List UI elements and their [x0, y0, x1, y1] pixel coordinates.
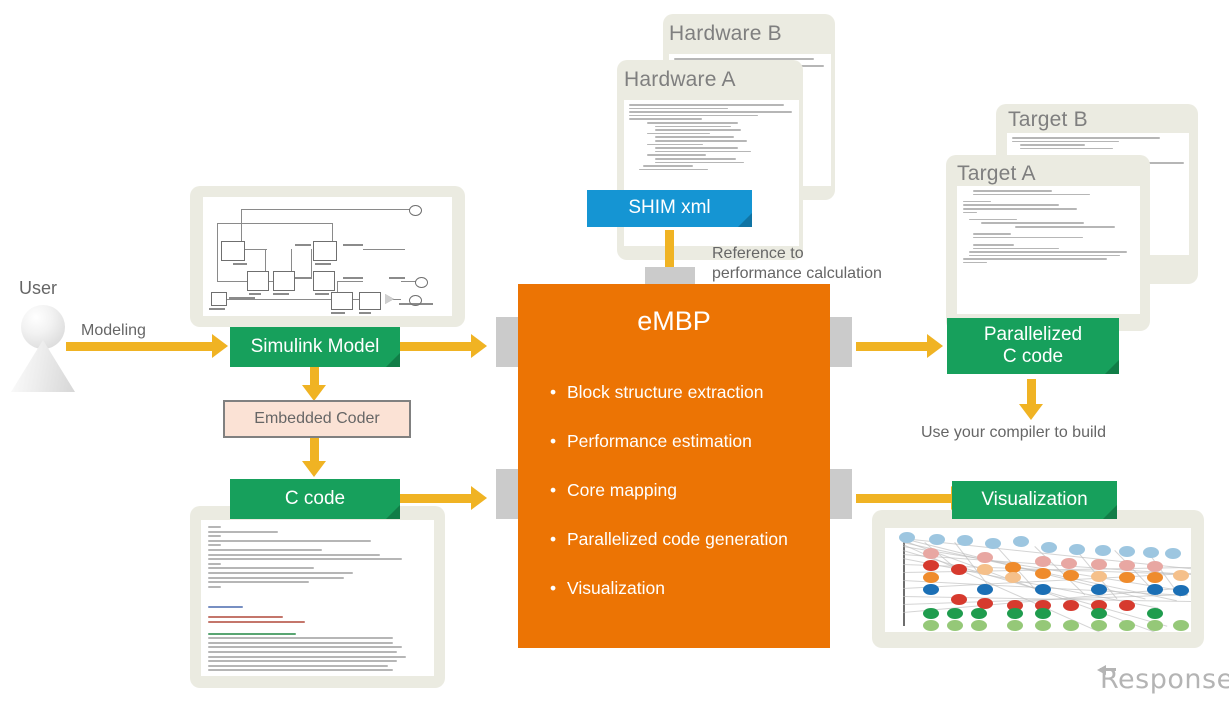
parallelized-c-code-line-1: Parallelized [983, 323, 1083, 345]
fold-corner-icon [1103, 505, 1117, 519]
reference-line-1: Reference to [712, 245, 804, 262]
card-target-a-title: Target A [957, 162, 1036, 185]
arrow-head-icon [302, 385, 326, 401]
fold-corner-icon [1105, 360, 1119, 374]
visualization-thumbnail [885, 528, 1191, 632]
embp-feature-item: Parallelized code generation [550, 529, 788, 550]
shim-xml-box[interactable]: SHIM xml [587, 190, 752, 227]
arrow-head-icon [471, 334, 487, 358]
shim-xml-label: SHIM xml [628, 197, 711, 219]
c-code-label: C code [284, 487, 346, 509]
embp-box[interactable]: eMBP Block structure extraction Performa… [518, 284, 830, 648]
simulink-model-box[interactable]: Simulink Model [230, 327, 400, 367]
card-target-b-title: Target B [1008, 108, 1088, 131]
arrow-shim-to-embp [657, 230, 681, 283]
parallelized-c-code-box[interactable]: Parallelized C code [947, 318, 1119, 374]
arrow-head-icon [1019, 404, 1043, 420]
fold-corner-icon [386, 353, 400, 367]
response-logo: Response. [1100, 664, 1229, 695]
label-reference-to-performance-calculation: Reference to performance calculation [712, 244, 882, 284]
visualization-box[interactable]: Visualization [952, 481, 1117, 519]
c-code-box[interactable]: C code [230, 479, 400, 519]
card-target-a-code-pane [957, 186, 1140, 314]
arrow-head-icon [471, 486, 487, 510]
arrow-embp-to-visualization [856, 486, 967, 510]
card-hardware-a-title: Hardware A [624, 68, 736, 91]
embedded-coder-label: Embedded Coder [254, 410, 380, 427]
embp-right-tab-top [830, 317, 852, 367]
embp-right-tab-bottom [830, 469, 852, 519]
arrow-head-icon [212, 334, 228, 358]
parallelized-c-code-line-2: C code [1002, 346, 1064, 367]
embp-left-tab-top [496, 317, 518, 367]
arrow-simulink-to-embedded-coder [302, 367, 326, 401]
user-label: User [19, 278, 58, 298]
embp-feature-item: Performance estimation [550, 431, 788, 452]
embp-feature-item: Core mapping [550, 480, 788, 501]
arrow-simulink-to-embp [400, 334, 487, 358]
embp-feature-list: Block structure extraction Performance e… [550, 382, 788, 627]
simulink-model-label: Simulink Model [250, 335, 380, 357]
card-hardware-b-title: Hardware B [669, 22, 782, 45]
embp-title: eMBP [637, 306, 711, 336]
arrow-modeling [66, 334, 228, 358]
fold-corner-icon [386, 505, 400, 519]
arrow-embedded-coder-to-c-code [302, 438, 326, 477]
embp-left-tab-bottom [496, 469, 518, 519]
arrow-parallelized-to-compile [1019, 379, 1043, 420]
c-code-text [208, 526, 428, 672]
embp-feature-item: Visualization [550, 578, 788, 599]
label-use-your-compiler-to-build: Use your compiler to build [921, 424, 1106, 441]
c-code-pane [201, 520, 434, 676]
embp-feature-item: Block structure extraction [550, 382, 788, 403]
arrow-c-code-to-embp [400, 486, 487, 510]
embedded-coder-box[interactable]: Embedded Coder [223, 400, 411, 438]
label-modeling: Modeling [81, 322, 146, 339]
target-a-code [963, 190, 1135, 310]
fold-corner-icon [738, 213, 752, 227]
reference-line-2: performance calculation [712, 265, 882, 282]
arrow-head-icon [302, 461, 326, 477]
simulink-thumbnail-pane [203, 197, 452, 316]
arrow-head-icon [927, 334, 943, 358]
visualization-label: Visualization [981, 488, 1088, 510]
arrow-embp-to-parallelized-c-code [856, 334, 943, 358]
diagram-canvas: Hardware B Hardware A SHIM xml Reference… [0, 0, 1229, 701]
